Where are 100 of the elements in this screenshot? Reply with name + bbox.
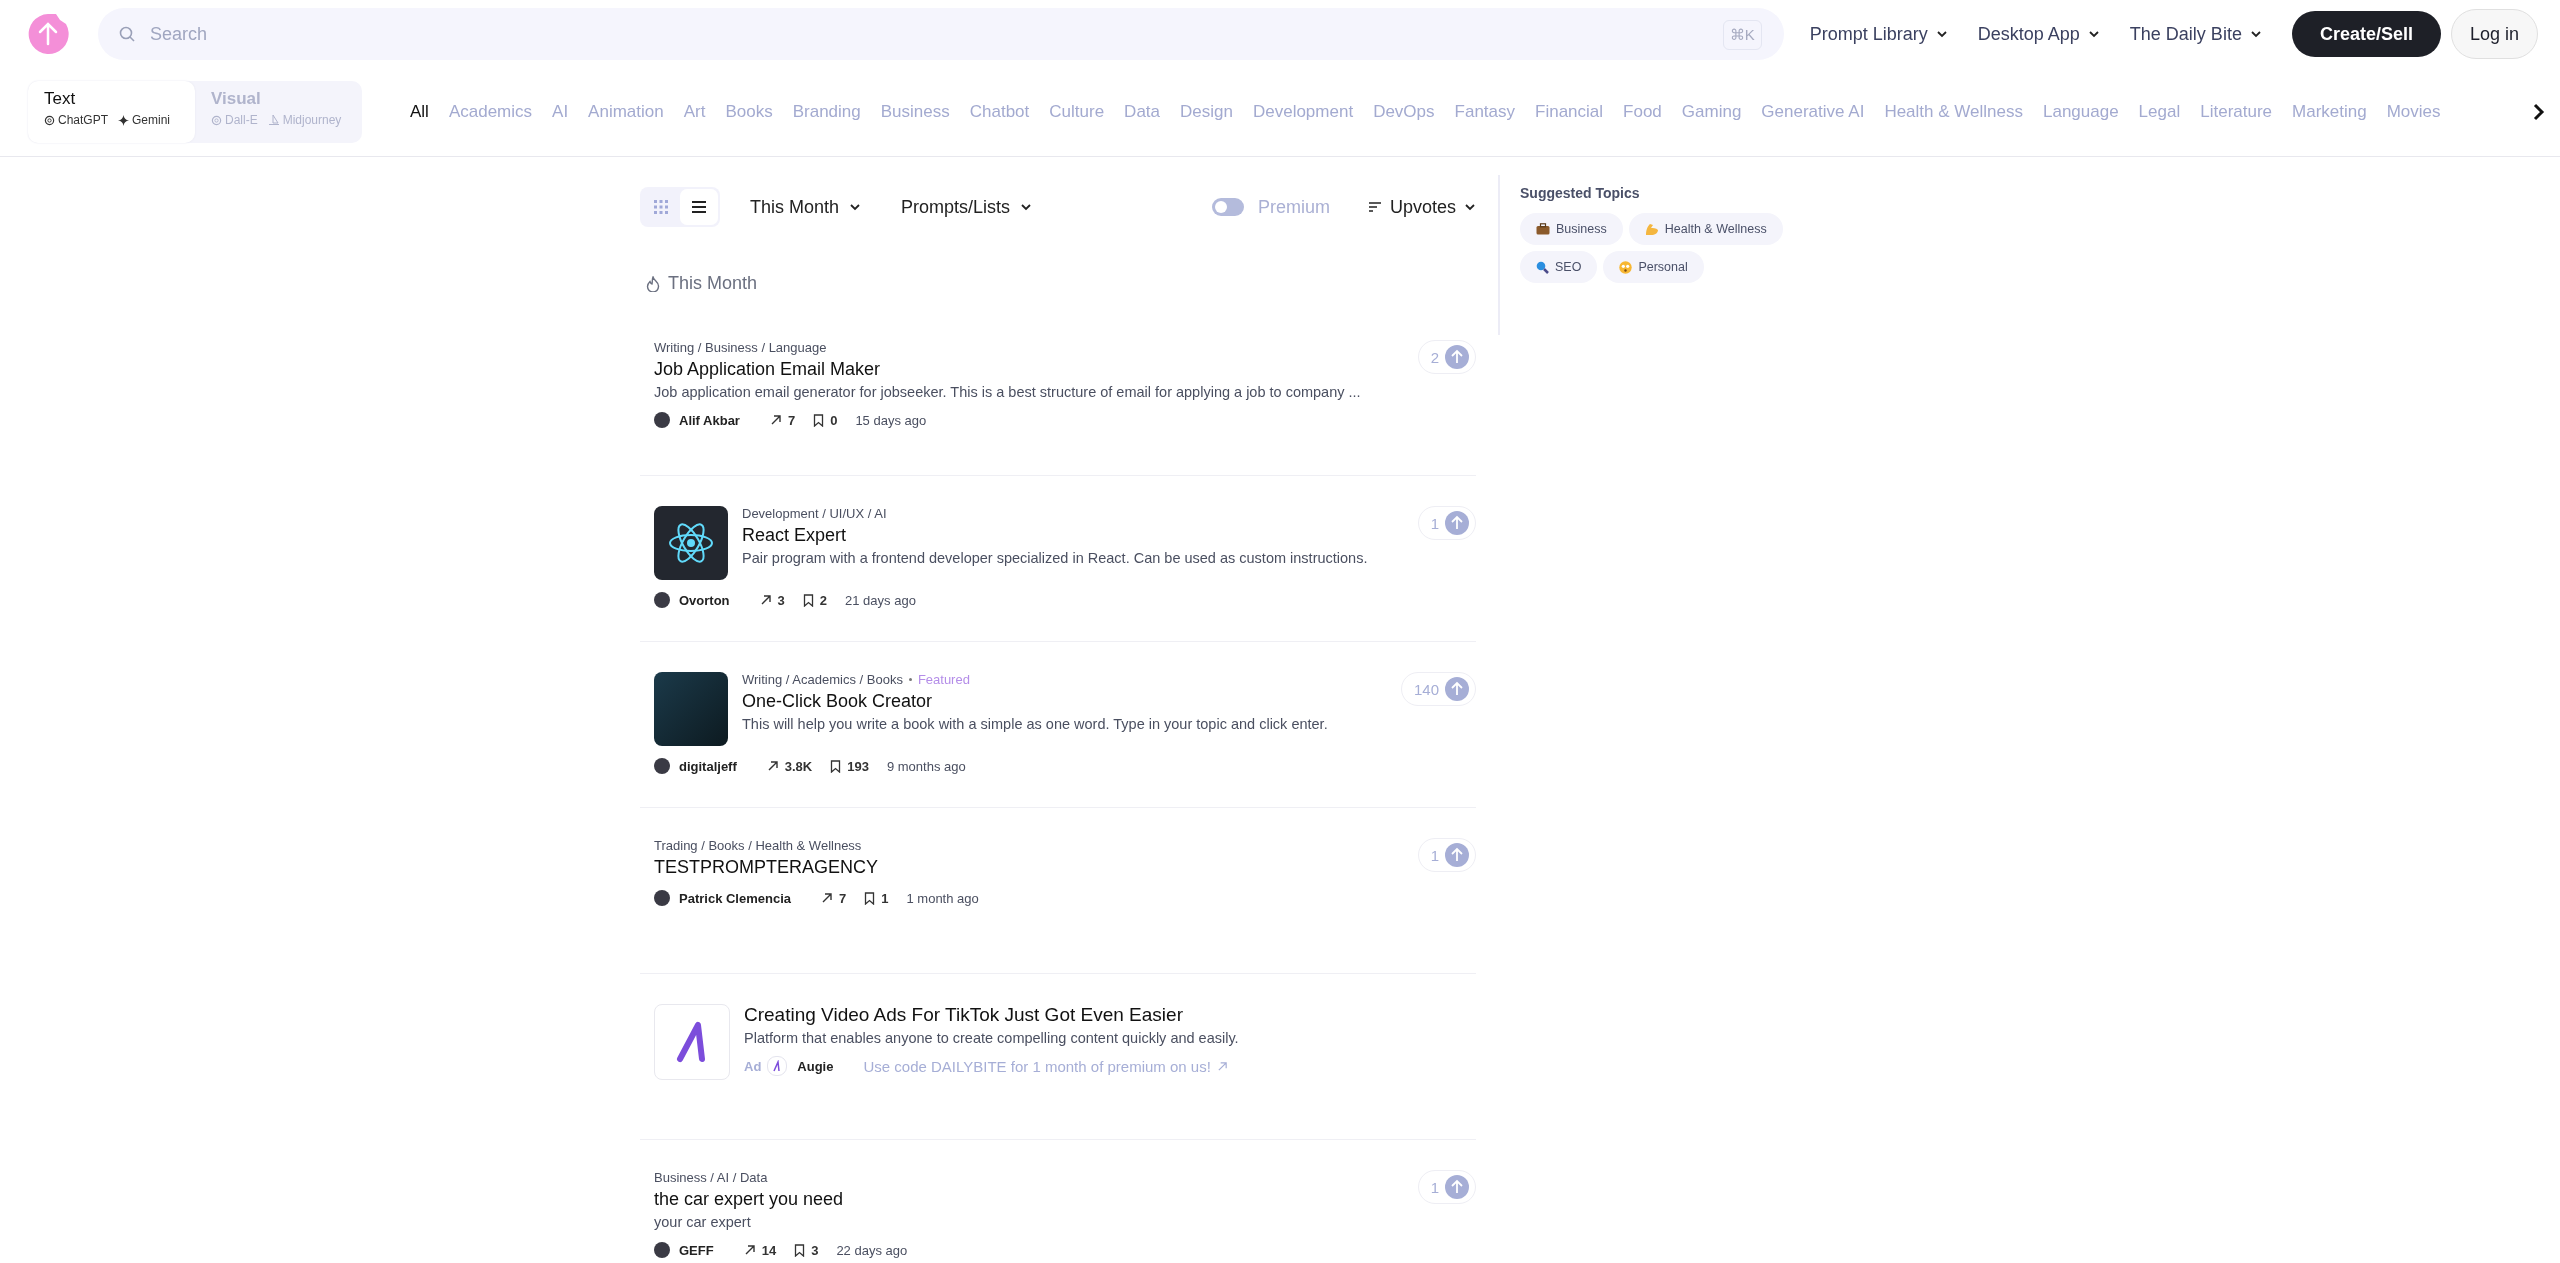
topic-chip[interactable]: SEO xyxy=(1520,251,1598,283)
category-tab[interactable]: Health & Wellness xyxy=(1874,102,2033,122)
author-name[interactable]: Patrick Clemencia xyxy=(679,890,791,906)
category-tab[interactable]: All xyxy=(410,102,439,122)
author-name[interactable]: Alif Akbar xyxy=(679,412,740,428)
prompt-title[interactable]: Job Application Email Maker xyxy=(654,359,1404,380)
category-tab[interactable]: Financial xyxy=(1525,102,1614,122)
category-tab[interactable]: Literature xyxy=(2190,102,2283,122)
flexed-arm-icon xyxy=(1644,222,1659,236)
nav-menu[interactable]: The Daily Bite xyxy=(2129,23,2262,45)
post-time: 15 days ago xyxy=(855,412,927,428)
category-tab[interactable]: Language xyxy=(2032,102,2129,122)
ad-label: Ad xyxy=(744,1058,762,1074)
category-tab[interactable]: Books xyxy=(715,102,783,122)
prompt-title[interactable]: React Expert xyxy=(742,525,1404,546)
category-tab[interactable]: Design xyxy=(1170,102,1243,122)
arrow-up-right-icon xyxy=(743,1244,756,1256)
prompt-description: Pair program with a frontend developer specialized in React. Can be used as custom instructions. xyxy=(742,550,1369,566)
chevron-right-icon[interactable] xyxy=(2532,103,2546,121)
premium-toggle[interactable] xyxy=(1211,198,1244,216)
category-tab[interactable]: Development xyxy=(1242,102,1364,122)
post-time: 9 months ago xyxy=(886,758,966,774)
knot-icon xyxy=(211,114,222,126)
category-tab[interactable]: Generative AI xyxy=(1751,102,1875,122)
avatar xyxy=(654,412,670,428)
logo-icon[interactable] xyxy=(26,12,70,56)
category-tab[interactable]: Culture xyxy=(1039,102,1115,122)
category-tab[interactable]: Business xyxy=(870,102,960,122)
category-tab[interactable]: Legal xyxy=(2128,102,2191,122)
save-count: 1 xyxy=(881,890,889,906)
category-path: Development / UI/UX / AI xyxy=(742,506,887,521)
period-dropdown[interactable]: This Month xyxy=(750,196,862,218)
prompt-description: your car expert xyxy=(654,1214,752,1230)
arrow-up-icon xyxy=(1445,511,1469,535)
view-toggle[interactable] xyxy=(680,189,718,225)
category-tab[interactable]: AI xyxy=(542,102,579,122)
category-tab[interactable]: Fantasy xyxy=(1444,102,1526,122)
sort-icon xyxy=(1367,201,1382,213)
model-name: Gemini xyxy=(132,113,171,127)
category-path: Trading / Books / Health & Wellness xyxy=(654,838,862,853)
sort-dropdown[interactable]: Upvotes xyxy=(1367,196,1476,218)
nav-menu[interactable]: Prompt Library xyxy=(1809,23,1948,45)
category-tab[interactable]: Gaming xyxy=(1671,102,1752,122)
post-time: 21 days ago xyxy=(845,592,916,608)
chevron-down-icon xyxy=(2249,28,2262,40)
category-tab[interactable]: Data xyxy=(1114,102,1171,122)
model-name: ChatGPT xyxy=(58,113,108,127)
category-tab[interactable]: Marketing xyxy=(2282,102,2377,122)
category-tab[interactable]: DevOps xyxy=(1363,102,1445,122)
avatar xyxy=(654,1242,670,1258)
section-title: This Month xyxy=(668,273,758,294)
ad-title[interactable]: Creating Video Ads For TikTok Just Got Even Easier xyxy=(744,1004,1476,1026)
category-tab[interactable]: Chatbot xyxy=(959,102,1040,122)
category-tab[interactable]: Academics xyxy=(438,102,543,122)
model-name: Midjourney xyxy=(282,113,342,127)
category-tab[interactable]: Branding xyxy=(782,102,871,122)
category-tab[interactable]: Food xyxy=(1613,102,1672,122)
save-count: 2 xyxy=(819,592,828,608)
advertiser-name: Augie xyxy=(797,1058,834,1074)
flame-icon xyxy=(646,275,660,292)
type-dropdown[interactable]: Prompts/Lists xyxy=(901,196,1033,218)
arrow-up-icon xyxy=(1445,345,1469,369)
advertiser-logo-icon xyxy=(767,1056,788,1076)
category-tab[interactable]: Movies xyxy=(2376,102,2451,122)
prompt-title[interactable]: One-Click Book Creator xyxy=(742,691,1387,712)
category-tab[interactable]: Art xyxy=(673,102,716,122)
share-count: 7 xyxy=(839,890,847,906)
chevron-down-icon xyxy=(1935,28,1948,40)
topic-chip[interactable]: Personal xyxy=(1603,251,1704,283)
shortcut-hint: ⌘K xyxy=(1722,20,1762,50)
category-path: Business / AI / Data xyxy=(654,1170,768,1185)
category-path: Writing / Business / Language xyxy=(654,340,827,355)
magnifier-icon xyxy=(1536,260,1549,274)
author-name[interactable]: GEFF xyxy=(679,1242,714,1258)
mode-tab[interactable]: Text ChatGPT Gemini xyxy=(28,81,195,143)
promo-link[interactable]: Use code DAILYBITE for 1 month of premium on us! xyxy=(863,1057,1228,1075)
nav-menu[interactable]: Desktop App xyxy=(1977,23,2100,45)
face-icon xyxy=(1619,260,1633,274)
briefcase-icon xyxy=(1536,223,1550,235)
author-name[interactable]: Ovorton xyxy=(679,592,730,608)
sidebar-heading: Suggested Topics xyxy=(1520,185,1641,201)
avatar xyxy=(654,890,670,906)
prompt-description: This will help you write a book with a simple as one word. Type in your topic and click enter. xyxy=(742,716,1329,732)
topic-chip[interactable]: Business xyxy=(1520,213,1623,245)
post-time: 1 month ago xyxy=(906,890,979,906)
prompt-title[interactable]: TESTPROMPTERAGENCY xyxy=(654,857,1404,878)
category-tab[interactable]: Animation xyxy=(578,102,674,122)
share-count: 3.8K xyxy=(784,758,813,774)
mode-tab[interactable]: Visual Dall-E Midjourney xyxy=(195,81,362,143)
bookmark-icon xyxy=(794,1243,806,1257)
bookmark-icon xyxy=(802,593,814,607)
login-button[interactable]: Log in xyxy=(2450,9,2538,59)
author-name[interactable]: digitaljeff xyxy=(679,758,737,774)
premium-label: Premium xyxy=(1257,196,1330,218)
topic-chip[interactable]: Health & Wellness xyxy=(1628,213,1783,245)
create-sell-button[interactable]: Create/Sell xyxy=(2291,11,2441,57)
arrow-up-right-icon xyxy=(766,760,779,772)
arrow-up-right-icon xyxy=(821,892,833,904)
share-count: 7 xyxy=(787,412,796,428)
prompt-title[interactable]: the car expert you need xyxy=(654,1189,1404,1210)
